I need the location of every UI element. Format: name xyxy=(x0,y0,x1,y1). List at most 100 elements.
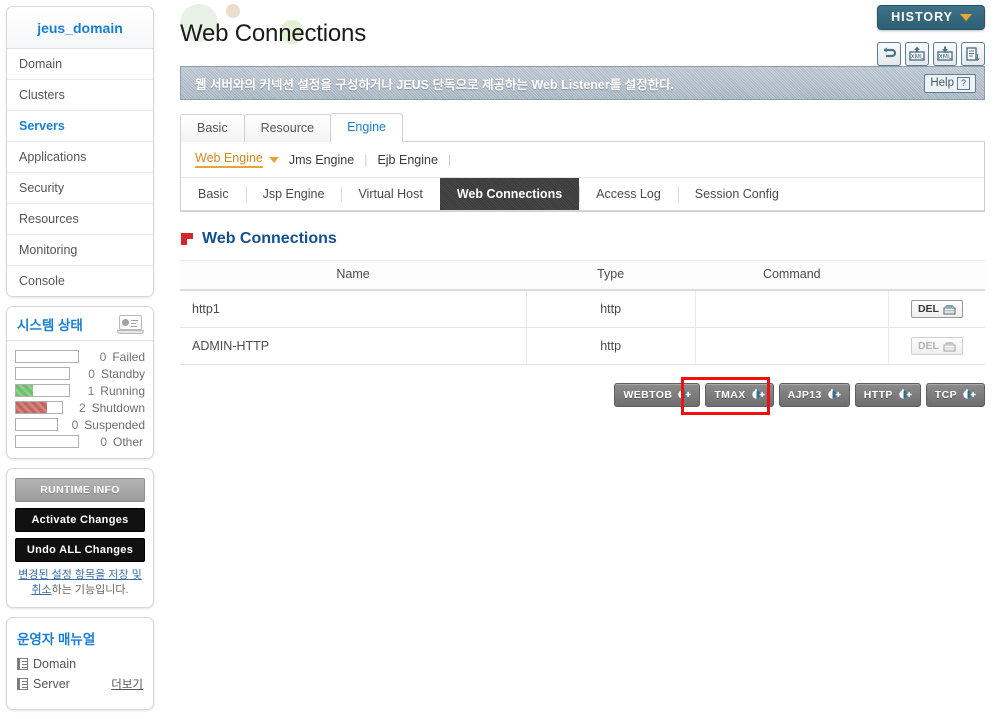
status-row-shutdown: 2 Shutdown xyxy=(15,399,145,416)
sidebar-item-resources[interactable]: Resources xyxy=(7,204,153,235)
engine-panel: Web Engine Jms Engine | Ejb Engine | Basic Js… xyxy=(180,141,985,212)
system-status-panel: 시스템 상태 0 Failed 0 Standby 1 Running 2 Shutdown 0… xyxy=(6,306,154,459)
status-label-shutdown: Shutdown xyxy=(91,400,145,415)
trash-icon xyxy=(943,303,956,315)
plug-add-icon xyxy=(677,388,691,401)
engine-link-web-engine[interactable]: Web Engine xyxy=(195,151,263,168)
tab-basic[interactable]: Basic xyxy=(180,114,245,142)
status-count-standby: 0 xyxy=(88,366,95,381)
sidebar-item-servers[interactable]: Servers xyxy=(7,111,153,142)
status-row-standby: 0 Standby xyxy=(15,365,145,382)
engine-link-jms-engine[interactable]: Jms Engine xyxy=(289,153,354,167)
column-header-actions xyxy=(888,260,985,291)
help-button[interactable]: Help ? xyxy=(924,73,976,93)
status-label-running: Running xyxy=(100,383,145,398)
activate-changes-button[interactable]: Activate Changes xyxy=(15,508,145,532)
manual-item-label: Domain xyxy=(33,657,77,671)
status-label-other: Other xyxy=(113,434,144,449)
add-connection-tmax-button[interactable]: TMAX xyxy=(705,383,774,407)
status-bar-standby xyxy=(15,367,71,380)
book-icon xyxy=(17,658,28,670)
table-row[interactable]: ADMIN-HTTP http DEL xyxy=(180,327,985,365)
description-banner: 웹 서버와의 커넥션 설정을 구성하거나 JEUS 단독으로 제공하는 Web … xyxy=(180,66,985,100)
sidebar-item-domain[interactable]: Domain xyxy=(7,49,153,80)
subtab-jsp-engine[interactable]: Jsp Engine xyxy=(245,178,342,210)
section-header: Web Connections xyxy=(180,230,995,248)
history-button[interactable]: HISTORY xyxy=(877,5,985,30)
cell-name: ADMIN-HTTP xyxy=(180,327,527,365)
connection-button-label: HTTP xyxy=(863,388,893,401)
column-header-command: Command xyxy=(695,260,889,291)
report-save-icon[interactable] xyxy=(961,42,985,66)
column-header-type: Type xyxy=(526,260,696,291)
toolbar-icons: XML XML xyxy=(877,42,985,66)
delete-button-label: DEL xyxy=(917,340,939,352)
actions-note-tail: 하는 기능입니다. xyxy=(51,584,129,596)
sidebar-item-security[interactable]: Security xyxy=(7,173,153,204)
status-label-suspended: Suspended xyxy=(84,417,145,432)
book-icon xyxy=(17,678,28,690)
status-label-failed: Failed xyxy=(112,349,145,364)
subtab-basic[interactable]: Basic xyxy=(181,178,246,210)
manual-item-server[interactable]: Server 더보기 xyxy=(17,676,143,692)
sidebar-item-monitoring[interactable]: Monitoring xyxy=(7,235,153,266)
web-connections-table: Name Type Command http1 http DEL ADMIN-HTTP ht… xyxy=(180,260,985,365)
primary-tabs: Basic Resource Engine xyxy=(180,113,995,142)
subtab-web-connections[interactable]: Web Connections xyxy=(440,178,579,210)
add-connection-http-button[interactable]: HTTP xyxy=(854,383,921,407)
history-button-label: HISTORY xyxy=(891,10,953,24)
runtime-info-button[interactable]: RUNTIME INFO xyxy=(15,478,145,502)
add-connection-ajp13-button[interactable]: AJP13 xyxy=(778,383,850,407)
xml-upload-icon[interactable]: XML xyxy=(905,42,929,66)
manual-more-link[interactable]: 더보기 xyxy=(111,676,143,692)
status-count-shutdown: 2 xyxy=(78,400,86,415)
tab-engine[interactable]: Engine xyxy=(330,113,404,142)
add-connection-tcp-button[interactable]: TCP xyxy=(925,383,985,407)
red-square-icon xyxy=(180,232,194,246)
tab-resource[interactable]: Resource xyxy=(243,114,332,142)
separator: | xyxy=(447,152,452,167)
status-row-failed: 0 Failed xyxy=(15,348,145,365)
sidebar: jeus_domain Domain Clusters Servers Applica… xyxy=(6,6,154,719)
status-bar-running xyxy=(15,384,70,397)
separator: | xyxy=(364,152,368,167)
undo-all-changes-button[interactable]: Undo ALL Changes xyxy=(15,538,145,562)
subtab-session-config[interactable]: Session Config xyxy=(677,178,796,210)
sidebar-nav-panel: jeus_domain Domain Clusters Servers Applica… xyxy=(6,6,154,297)
add-connection-webtob-button[interactable]: WEBTOB xyxy=(614,383,701,407)
manual-item-domain[interactable]: Domain xyxy=(17,657,143,671)
status-count-running: 1 xyxy=(87,383,95,398)
sidebar-item-clusters[interactable]: Clusters xyxy=(7,80,153,111)
status-row-other: 0 Other xyxy=(15,433,145,450)
xml-download-icon[interactable]: XML xyxy=(933,42,957,66)
chevron-down-icon[interactable] xyxy=(268,156,279,163)
system-status-list: 0 Failed 0 Standby 1 Running 2 Shutdown 0 Suspend… xyxy=(7,341,153,458)
actions-panel: RUNTIME INFO Activate Changes Undo ALL C… xyxy=(6,468,154,608)
connection-button-label: WEBTOB xyxy=(623,388,673,401)
sidebar-item-applications[interactable]: Applications xyxy=(7,142,153,173)
sidebar-item-console[interactable]: Console xyxy=(7,266,153,296)
status-bar-suspended xyxy=(15,418,58,431)
subtab-access-log[interactable]: Access Log xyxy=(579,178,678,210)
delete-button[interactable]: DEL xyxy=(910,300,963,318)
cell-actions: DEL xyxy=(888,290,985,328)
actions-note: 변경된 설정 항목을 저장 및 취소하는 기능입니다. xyxy=(15,568,145,598)
refresh-icon[interactable] xyxy=(877,42,901,66)
chevron-down-icon xyxy=(960,13,972,21)
delete-button: DEL xyxy=(910,337,963,355)
domain-title: jeus_domain xyxy=(7,7,153,49)
status-count-suspended: 0 xyxy=(71,417,79,432)
secondary-tabs: Basic Jsp Engine Virtual Host Web Connectio… xyxy=(181,178,984,211)
help-button-label: Help xyxy=(930,77,954,89)
status-bar-other xyxy=(15,435,79,448)
engine-link-ejb-engine[interactable]: Ejb Engine xyxy=(377,153,437,167)
status-row-suspended: 0 Suspended xyxy=(15,416,145,433)
manual-panel: 운영자 매뉴얼 Domain Server 더보기 xyxy=(6,617,154,710)
table-row[interactable]: http1 http DEL xyxy=(180,290,985,328)
monitor-chart-icon[interactable] xyxy=(117,314,144,334)
connection-button-label: TCP xyxy=(934,388,957,401)
subtab-virtual-host[interactable]: Virtual Host xyxy=(341,178,439,210)
description-text: 웹 서버와의 커넥션 설정을 구성하거나 JEUS 단독으로 제공하는 Web … xyxy=(195,77,675,92)
system-status-header: 시스템 상태 xyxy=(7,307,153,341)
manual-list: Domain Server 더보기 xyxy=(17,657,143,692)
